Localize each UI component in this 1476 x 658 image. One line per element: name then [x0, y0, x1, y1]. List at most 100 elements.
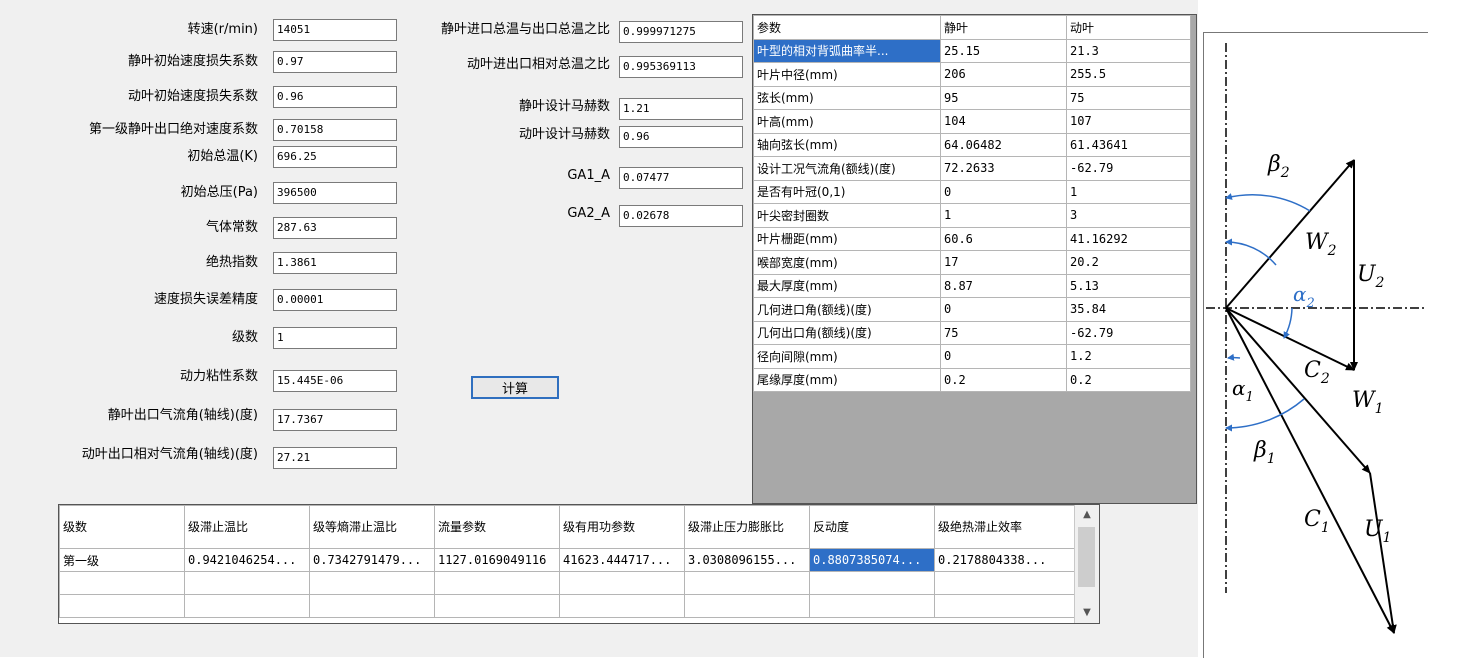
param-rotor-value[interactable]: 3: [1067, 204, 1191, 228]
result-cell[interactable]: 0.8807385074...: [810, 549, 935, 572]
param-stator-value[interactable]: 0: [941, 345, 1067, 369]
input-stator-initial-loss[interactable]: 0.97: [273, 51, 397, 73]
param-name[interactable]: 径向间隙(mm): [754, 345, 941, 369]
param-rotor-value[interactable]: 61.43641: [1067, 133, 1191, 157]
param-row[interactable]: 径向间隙(mm)01.2: [754, 345, 1191, 369]
param-name[interactable]: 设计工况气流角(额线)(度): [754, 157, 941, 181]
param-name[interactable]: 轴向弦长(mm): [754, 133, 941, 157]
input-stator-temp-ratio[interactable]: 0.999971275: [619, 21, 743, 43]
param-stator-value[interactable]: 64.06482: [941, 133, 1067, 157]
input-ga1a[interactable]: 0.07477: [619, 167, 743, 189]
param-stator-value[interactable]: 72.2633: [941, 157, 1067, 181]
result-cell[interactable]: 1127.0169049116: [435, 549, 560, 572]
result-col-pressure-ratio[interactable]: 级滞止压力膨胀比: [685, 506, 810, 549]
result-row-empty[interactable]: [60, 572, 1075, 595]
param-rotor-value[interactable]: -62.79: [1067, 321, 1191, 345]
param-col-rotor[interactable]: 动叶: [1067, 16, 1191, 40]
param-row[interactable]: 轴向弦长(mm)64.0648261.43641: [754, 133, 1191, 157]
param-name[interactable]: 叶尖密封圈数: [754, 204, 941, 228]
param-name[interactable]: 叶高(mm): [754, 110, 941, 134]
input-dynamic-viscosity[interactable]: 15.445E-06: [273, 370, 397, 392]
stage-result-grid[interactable]: 级数 级滞止温比 级等熵滞止温比 流量参数 级有用功参数 级滞止压力膨胀比 反动…: [58, 504, 1100, 624]
param-stator-value[interactable]: 0: [941, 298, 1067, 322]
input-loss-precision[interactable]: 0.00001: [273, 289, 397, 311]
result-col-reaction[interactable]: 反动度: [810, 506, 935, 549]
result-cell[interactable]: 3.0308096155...: [685, 549, 810, 572]
param-name[interactable]: 是否有叶冠(0,1): [754, 180, 941, 204]
param-rotor-value[interactable]: 5.13: [1067, 274, 1191, 298]
input-rotor-temp-ratio[interactable]: 0.995369113: [619, 56, 743, 78]
result-col-efficiency[interactable]: 级绝热滞止效率: [935, 506, 1075, 549]
input-stage1-velocity-coef[interactable]: 0.70158: [273, 119, 397, 141]
result-col-isentropic-temp-ratio[interactable]: 级等熵滞止温比: [310, 506, 435, 549]
input-rotor-initial-loss[interactable]: 0.96: [273, 86, 397, 108]
param-rotor-value[interactable]: 21.3: [1067, 39, 1191, 63]
param-name[interactable]: 尾缘厚度(mm): [754, 368, 941, 392]
param-stator-value[interactable]: 0.2: [941, 368, 1067, 392]
param-stator-value[interactable]: 95: [941, 86, 1067, 110]
param-col-name[interactable]: 参数: [754, 16, 941, 40]
input-initial-total-pressure[interactable]: 396500: [273, 182, 397, 204]
result-row[interactable]: 第一级 0.9421046254... 0.7342791479... 1127…: [60, 549, 1075, 572]
result-cell[interactable]: 第一级: [60, 549, 185, 572]
param-rotor-value[interactable]: 0.2: [1067, 368, 1191, 392]
param-stator-value[interactable]: 0: [941, 180, 1067, 204]
param-rotor-value[interactable]: 75: [1067, 86, 1191, 110]
input-adiabatic-index[interactable]: 1.3861: [273, 252, 397, 274]
param-row[interactable]: 喉部宽度(mm)1720.2: [754, 251, 1191, 275]
param-name[interactable]: 叶片栅距(mm): [754, 227, 941, 251]
param-row[interactable]: 设计工况气流角(额线)(度)72.2633-62.79: [754, 157, 1191, 181]
input-stator-mach[interactable]: 1.21: [619, 98, 743, 120]
param-row[interactable]: 弦长(mm)9575: [754, 86, 1191, 110]
result-cell[interactable]: 0.7342791479...: [310, 549, 435, 572]
input-rotor-mach[interactable]: 0.96: [619, 126, 743, 148]
param-name[interactable]: 叶型的相对背弧曲率半...: [754, 39, 941, 63]
input-stator-exit-angle[interactable]: 17.7367: [273, 409, 397, 431]
param-stator-value[interactable]: 1: [941, 204, 1067, 228]
param-name[interactable]: 几何出口角(额线)(度): [754, 321, 941, 345]
param-rotor-value[interactable]: 107: [1067, 110, 1191, 134]
calculate-button[interactable]: 计算: [471, 376, 559, 399]
param-rotor-value[interactable]: 20.2: [1067, 251, 1191, 275]
result-col-stage[interactable]: 级数: [60, 506, 185, 549]
param-stator-value[interactable]: 25.15: [941, 39, 1067, 63]
param-stator-value[interactable]: 8.87: [941, 274, 1067, 298]
param-col-stator[interactable]: 静叶: [941, 16, 1067, 40]
param-stator-value[interactable]: 17: [941, 251, 1067, 275]
input-speed[interactable]: 14051: [273, 19, 397, 41]
scroll-up-icon[interactable]: ▲: [1075, 505, 1099, 525]
param-stator-value[interactable]: 104: [941, 110, 1067, 134]
result-vertical-scrollbar[interactable]: ▲ ▼: [1074, 505, 1099, 623]
result-cell[interactable]: 0.2178804338...: [935, 549, 1075, 572]
blade-parameter-grid[interactable]: 参数 静叶 动叶 叶型的相对背弧曲率半...25.1521.3 叶片中径(mm)…: [752, 14, 1197, 504]
param-row[interactable]: 最大厚度(mm)8.875.13: [754, 274, 1191, 298]
param-name[interactable]: 几何进口角(额线)(度): [754, 298, 941, 322]
param-stator-value[interactable]: 75: [941, 321, 1067, 345]
param-rotor-value[interactable]: 255.5: [1067, 63, 1191, 87]
param-rotor-value[interactable]: 41.16292: [1067, 227, 1191, 251]
param-row[interactable]: 叶尖密封圈数13: [754, 204, 1191, 228]
input-initial-total-temp[interactable]: 696.25: [273, 146, 397, 168]
result-cell[interactable]: 41623.444717...: [560, 549, 685, 572]
input-rotor-exit-angle[interactable]: 27.21: [273, 447, 397, 469]
param-name[interactable]: 喉部宽度(mm): [754, 251, 941, 275]
result-col-work-param[interactable]: 级有用功参数: [560, 506, 685, 549]
param-row[interactable]: 叶片中径(mm)206255.5: [754, 63, 1191, 87]
scroll-thumb[interactable]: [1078, 527, 1095, 587]
result-col-temp-ratio[interactable]: 级滞止温比: [185, 506, 310, 549]
param-name[interactable]: 叶片中径(mm): [754, 63, 941, 87]
param-row[interactable]: 叶片栅距(mm)60.641.16292: [754, 227, 1191, 251]
param-row[interactable]: 几何进口角(额线)(度)035.84: [754, 298, 1191, 322]
input-ga2a[interactable]: 0.02678: [619, 205, 743, 227]
param-row[interactable]: 几何出口角(额线)(度)75-62.79: [754, 321, 1191, 345]
param-rotor-value[interactable]: -62.79: [1067, 157, 1191, 181]
param-stator-value[interactable]: 60.6: [941, 227, 1067, 251]
param-row[interactable]: 尾缘厚度(mm)0.20.2: [754, 368, 1191, 392]
result-cell[interactable]: 0.9421046254...: [185, 549, 310, 572]
param-stator-value[interactable]: 206: [941, 63, 1067, 87]
param-row[interactable]: 叶高(mm)104107: [754, 110, 1191, 134]
param-name[interactable]: 最大厚度(mm): [754, 274, 941, 298]
param-name[interactable]: 弦长(mm): [754, 86, 941, 110]
param-row[interactable]: 是否有叶冠(0,1)01: [754, 180, 1191, 204]
result-row-empty[interactable]: [60, 595, 1075, 618]
